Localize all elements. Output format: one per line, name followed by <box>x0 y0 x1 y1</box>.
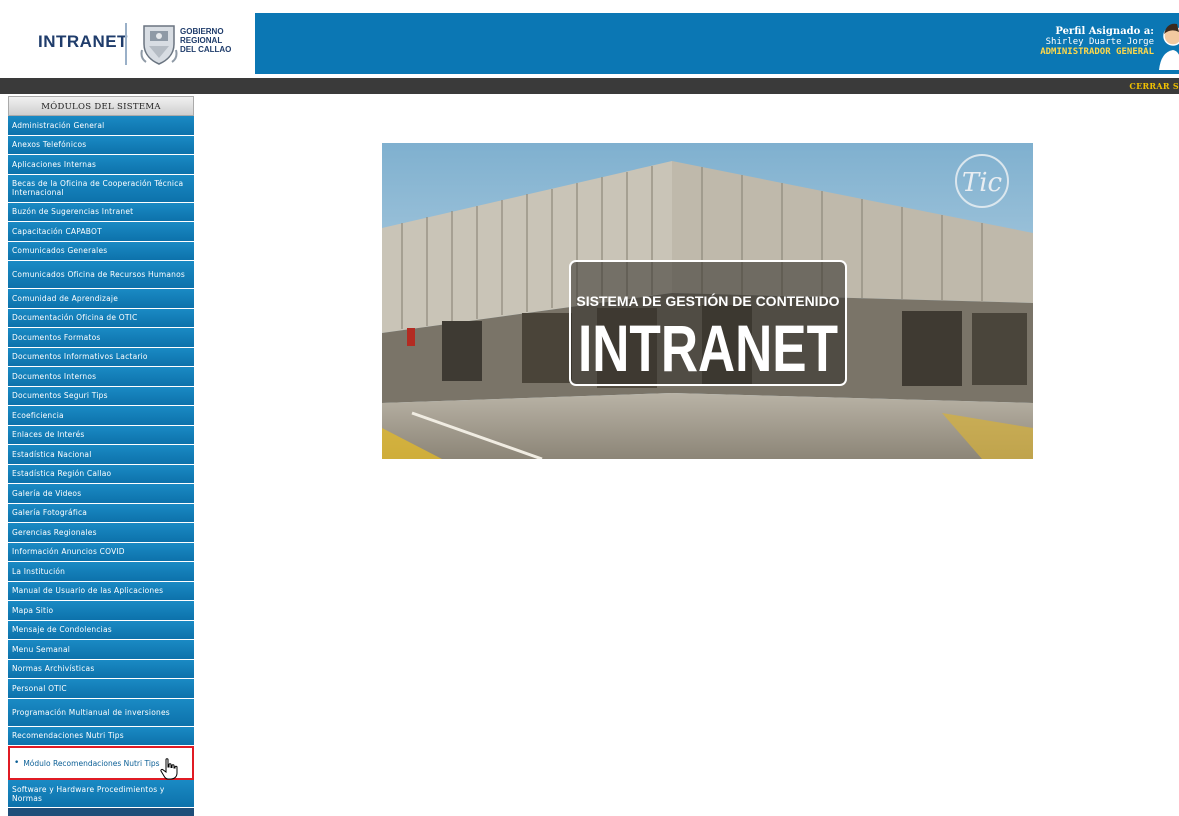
sidebar-item-label: Recomendaciones Nutri Tips <box>12 731 124 741</box>
sidebar-item-label: Estadística Región Callao <box>12 469 112 479</box>
sidebar-item[interactable]: Documentos Internos <box>8 367 194 387</box>
logo-org-line: REGIONAL <box>180 36 223 45</box>
sidebar-item-label: Menu Semanal <box>12 644 71 654</box>
sidebar-item-label: Becas de la Oficina de Cooperación Técni… <box>12 179 184 197</box>
sidebar-item[interactable]: Menu Semanal <box>8 640 194 660</box>
sidebar-item-label: Documentación Oficina de OTIC <box>12 313 138 323</box>
sidebar-item-software-hardware[interactable]: Software y Hardware Procedimientos y Nor… <box>8 780 194 808</box>
sidebar-item[interactable]: Galería Fotográfica <box>8 503 194 523</box>
sidebar-item-label: Información Anuncios COVID <box>12 547 125 557</box>
sidebar-item-label: Software y Hardware Procedimientos y Nor… <box>12 784 165 803</box>
sidebar-item[interactable]: Capacitación CAPABOT <box>8 222 194 242</box>
sidebar-item[interactable]: Normas Archivísticas <box>8 659 194 679</box>
banner-title: INTRANET <box>578 311 838 385</box>
logo-org-line: GOBIERNO <box>180 27 224 36</box>
sidebar-item[interactable]: Información Anuncios COVID <box>8 542 194 562</box>
submenu-item-label: Módulo Recomendaciones Nutri Tips <box>23 758 160 768</box>
sidebar-item[interactable]: Aplicaciones Internas <box>8 155 194 175</box>
sidebar-item-label: Enlaces de Interés <box>12 430 85 440</box>
sidebar-item-label: Gerencias Regionales <box>12 527 97 537</box>
sidebar-item[interactable]: Estadística Nacional <box>8 445 194 465</box>
sidebar-item[interactable]: Comunidad de Aprendizaje <box>8 289 194 309</box>
sidebar-item-label: Aplicaciones Internas <box>12 159 97 169</box>
sidebar-item[interactable]: Comunicados Generales <box>8 241 194 261</box>
logout-link[interactable]: CERRAR S <box>1129 81 1179 91</box>
header: INTRANET GOBIERNO REGIONAL DEL CALLAO Pe… <box>0 0 1179 94</box>
sidebar-item-label: Galería de Videos <box>12 488 82 498</box>
sidebar-item[interactable]: Manual de Usuario de las Aplicaciones <box>8 581 194 601</box>
sidebar-item[interactable]: Documentos Informativos Lactario <box>8 347 194 367</box>
logo-divider <box>125 23 127 65</box>
profile-info: Perfil Asignado a: Shirley Duarte Jorge … <box>1040 26 1154 58</box>
site-logo[interactable]: INTRANET GOBIERNO REGIONAL DEL CALLAO <box>0 13 253 74</box>
profile-name: Shirley Duarte Jorge <box>1045 37 1154 47</box>
sidebar-item-label: Capacitación CAPABOT <box>12 226 102 236</box>
sidebar-title: MÓDULOS DEL SISTEMA <box>8 96 194 116</box>
logo-org-line: DEL CALLAO <box>180 45 232 54</box>
sidebar-item[interactable]: Personal OTIC <box>8 679 194 699</box>
sidebar-item[interactable]: Buzón de Sugerencias Intranet <box>8 202 194 222</box>
bullet-icon: • <box>14 757 20 768</box>
logo-text: INTRANET <box>38 32 128 51</box>
sidebar-item[interactable]: Estadística Región Callao <box>8 464 194 484</box>
top-toolbar: CERRAR S <box>0 78 1179 94</box>
sidebar-item-label: Programación Multianual de inversiones <box>12 707 170 717</box>
sidebar-item[interactable]: Anexos Telefónicos <box>8 135 194 155</box>
sidebar-item-label: Buzón de Sugerencias Intranet <box>12 207 134 217</box>
banner-subtitle: SISTEMA DE GESTIÓN DE CONTENIDO <box>576 292 839 309</box>
sidebar-item[interactable]: Recomendaciones Nutri Tips <box>8 726 194 746</box>
sidebar-item-label: Anexos Telefónicos <box>12 140 87 150</box>
sidebar-item-label: Normas Archivísticas <box>12 664 95 674</box>
sidebar-item-label: Comunidad de Aprendizaje <box>12 293 119 303</box>
regional-shield-icon <box>140 25 178 65</box>
sidebar-item[interactable]: Comunicados Oficina de Recursos Humanos <box>8 261 194 289</box>
sidebar: MÓDULOS DEL SISTEMA Administración Gener… <box>8 96 194 816</box>
sidebar-item-label: Personal OTIC <box>12 683 67 693</box>
sidebar-item[interactable]: Documentación Oficina de OTIC <box>8 308 194 328</box>
sidebar-item-label: Documentos Formatos <box>12 332 101 342</box>
header-band: Perfil Asignado a: Shirley Duarte Jorge … <box>255 13 1179 74</box>
sidebar-item[interactable]: Galería de Videos <box>8 484 194 504</box>
sidebar-item[interactable]: Enlaces de Interés <box>8 425 194 445</box>
sidebar-item-label: Mensaje de Condolencias <box>12 625 112 635</box>
sidebar-menu: Administración General Anexos Telefónicos… <box>8 116 194 746</box>
sidebar-item[interactable]: Becas de la Oficina de Cooperación Técni… <box>8 174 194 203</box>
hand-cursor-icon <box>160 758 178 780</box>
profile-role: ADMINISTRADOR GENERAL <box>1040 47 1154 57</box>
sidebar-item-label: Comunicados Generales <box>12 246 108 256</box>
sidebar-item-label: Administración General <box>12 120 105 130</box>
sidebar-item[interactable]: Documentos Formatos <box>8 328 194 348</box>
sidebar-item[interactable]: Mensaje de Condolencias <box>8 620 194 640</box>
avatar[interactable] <box>1159 18 1179 70</box>
tic-badge: Tic <box>962 168 1003 198</box>
submenu-item-modulo-nutri-tips[interactable]: • Módulo Recomendaciones Nutri Tips <box>8 746 194 780</box>
sidebar-item[interactable]: Programación Multianual de inversiones <box>8 698 194 727</box>
logo-org-name: GOBIERNO REGIONAL DEL CALLAO <box>180 27 250 54</box>
profile-label: Perfil Asignado a: <box>1055 26 1154 37</box>
sidebar-item[interactable]: Mapa Sitio <box>8 601 194 621</box>
sidebar-item[interactable]: La Institución <box>8 562 194 582</box>
sidebar-item-label: Documentos Seguri Tips <box>12 391 108 401</box>
sidebar-item-label: Mapa Sitio <box>12 605 54 615</box>
intranet-banner: SISTEMA DE GESTIÓN DE CONTENIDO INTRANET… <box>382 143 1033 459</box>
sidebar-item[interactable]: Gerencias Regionales <box>8 523 194 543</box>
sidebar-item-label: Documentos Informativos Lactario <box>12 352 148 362</box>
sidebar-item-label: La Institución <box>12 566 66 576</box>
sidebar-item-label: Ecoeficiencia <box>12 410 64 420</box>
sidebar-item-label: Estadística Nacional <box>12 449 92 459</box>
sidebar-item-label: Documentos Internos <box>12 371 97 381</box>
sidebar-item-label: Comunicados Oficina de Recursos Humanos <box>12 270 185 279</box>
sidebar-item[interactable]: Ecoeficiencia <box>8 406 194 426</box>
sidebar-item[interactable]: Documentos Seguri Tips <box>8 386 194 406</box>
sidebar-item[interactable]: Administración General <box>8 116 194 136</box>
sidebar-item-label: Galería Fotográfica <box>12 508 88 518</box>
sidebar-item-label: Manual de Usuario de las Aplicaciones <box>12 586 164 596</box>
